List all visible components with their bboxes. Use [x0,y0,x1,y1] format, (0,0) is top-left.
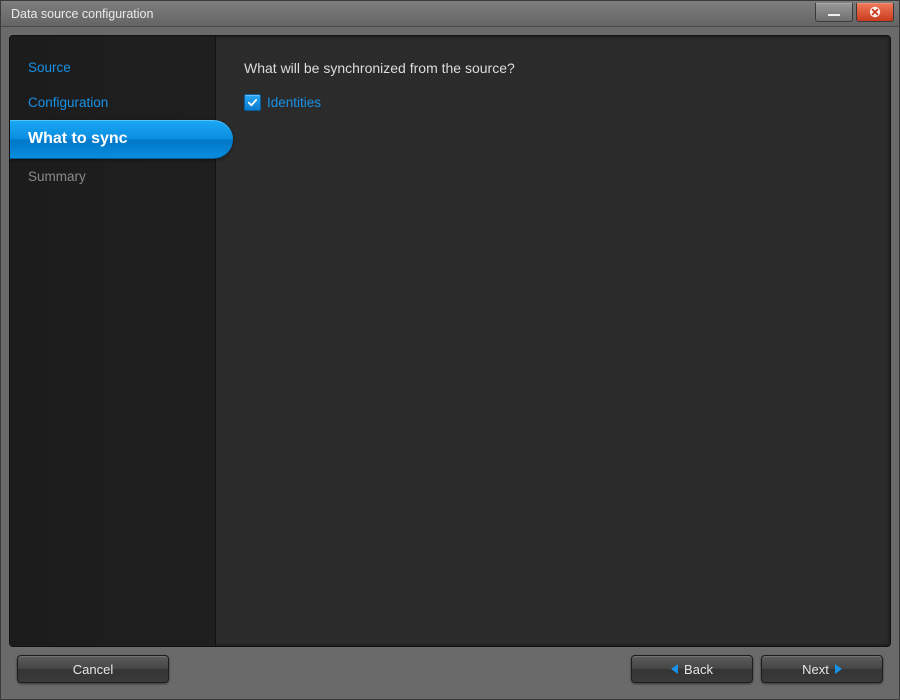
minimize-button[interactable] [815,3,853,22]
chevron-right-icon [835,664,842,674]
button-label: Back [684,662,713,677]
checkbox-label: Identities [267,95,321,110]
nav-item-what-to-sync[interactable]: What to sync [10,120,233,159]
checkbox-identities[interactable] [244,94,261,111]
cancel-button[interactable]: Cancel [17,655,169,683]
nav-label: Source [28,60,71,75]
client-area: Source Configuration What to sync Summar… [1,27,899,699]
button-label: Next [802,662,829,677]
window-title: Data source configuration [1,7,815,21]
nav-label: What to sync [28,130,128,147]
wizard-footer: Cancel Back Next [9,647,891,691]
nav-label: Summary [28,169,86,184]
wizard-content: What will be synchronized from the sourc… [216,36,890,646]
minimize-icon [828,14,840,16]
content-heading: What will be synchronized from the sourc… [244,60,862,76]
nav-item-summary[interactable]: Summary [10,159,215,194]
close-icon [869,6,881,18]
next-button[interactable]: Next [761,655,883,683]
nav-item-source[interactable]: Source [10,50,215,85]
nav-label: Configuration [28,95,108,110]
back-button[interactable]: Back [631,655,753,683]
chevron-left-icon [671,664,678,674]
wizard-sidebar: Source Configuration What to sync Summar… [10,36,216,646]
title-bar[interactable]: Data source configuration [1,1,899,27]
dialog-window: Data source configuration Source Configu… [0,0,900,700]
close-button[interactable] [856,3,894,22]
nav-item-configuration[interactable]: Configuration [10,85,215,120]
wizard-body: Source Configuration What to sync Summar… [9,35,891,647]
button-label: Cancel [73,662,113,677]
check-icon [247,97,258,108]
option-identities[interactable]: Identities [244,94,862,111]
